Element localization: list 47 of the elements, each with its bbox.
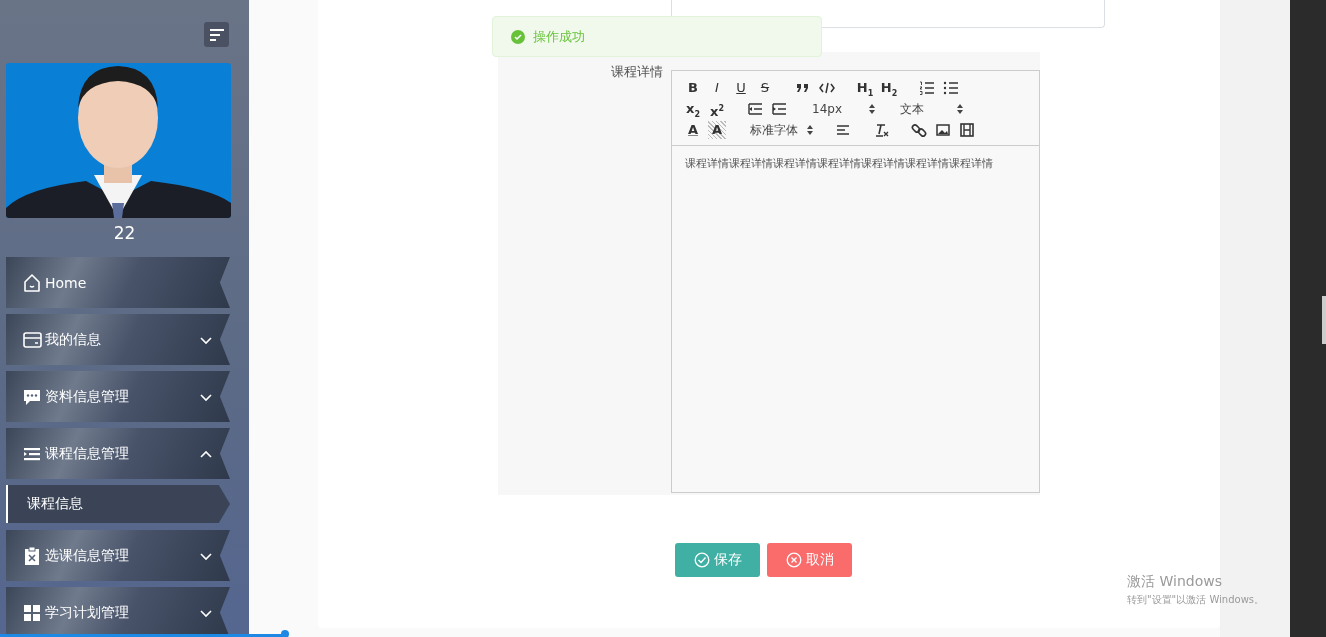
menu-item[interactable]: 学习计划管理 <box>6 587 230 637</box>
film-icon[interactable] <box>958 121 976 139</box>
indent-icon[interactable] <box>770 100 788 118</box>
format-button[interactable]: I <box>708 79 726 97</box>
check-circle-icon <box>511 29 525 44</box>
updown-icon <box>956 103 964 115</box>
scrollbar-thumb[interactable] <box>1322 296 1326 344</box>
format-button[interactable]: U <box>732 79 750 97</box>
menu-item[interactable]: 课程信息管理 <box>6 428 230 479</box>
menu-item[interactable]: Home <box>6 257 230 308</box>
menu-icon <box>209 28 224 41</box>
menu-item[interactable]: 选课信息管理 <box>6 530 230 581</box>
clipboard-icon <box>22 545 42 566</box>
editor-content: 课程详情课程详情课程详情课程详情课程详情课程详情课程详情 <box>684 156 994 172</box>
check-circle-icon <box>693 552 710 568</box>
outdent-icon[interactable] <box>746 100 764 118</box>
success-toast: 操作成功 <box>492 16 822 57</box>
updown-icon <box>868 103 876 115</box>
numbered-list-icon[interactable] <box>918 79 936 97</box>
activation-hint: 转到"设置"以激活 Windows。 <box>1127 593 1265 607</box>
bullet-list-icon[interactable] <box>942 79 960 97</box>
card-icon <box>22 329 42 350</box>
house-icon <box>22 272 42 293</box>
close-circle-icon <box>785 552 802 568</box>
format-button[interactable]: S <box>756 79 774 97</box>
format-button[interactable]: B <box>684 79 702 97</box>
rich-text-editor[interactable]: B I U S H$_{1}$ H$_{2}$ x$_{2}$ x$^{2}$ 14px 文本 A A 标准字体 课程详情课程详情课程详情课程详情课程详情课程详情课程详情 <box>671 70 1040 493</box>
grid-icon <box>22 602 42 623</box>
submenu-item[interactable]: 课程信息 <box>6 485 230 523</box>
menu-toggle-button[interactable] <box>204 22 229 47</box>
format-button[interactable]: H$_{2}$ <box>880 79 898 97</box>
select-dropdown[interactable]: 14px <box>808 100 876 118</box>
select-dropdown[interactable]: 标准字体 <box>746 121 814 139</box>
activation-title: 激活 Windows <box>1127 573 1223 591</box>
select-dropdown[interactable]: 文本 <box>896 100 964 118</box>
format-button[interactable]: A <box>708 121 726 139</box>
format-button[interactable]: A <box>684 121 702 139</box>
format-button[interactable]: x$^{2}$ <box>708 100 726 118</box>
format-button[interactable]: H$_{1}$ <box>856 79 874 97</box>
link-icon[interactable] <box>910 121 928 139</box>
format-button[interactable]: x$_{2}$ <box>684 100 702 118</box>
image-icon[interactable] <box>934 121 952 139</box>
menu-item[interactable]: 资料信息管理 <box>6 371 230 422</box>
user-name: 22 <box>113 223 136 243</box>
field-label: 课程详情 <box>610 63 664 81</box>
updown-icon <box>806 124 814 136</box>
menu-item[interactable]: 我的信息 <box>6 314 230 365</box>
